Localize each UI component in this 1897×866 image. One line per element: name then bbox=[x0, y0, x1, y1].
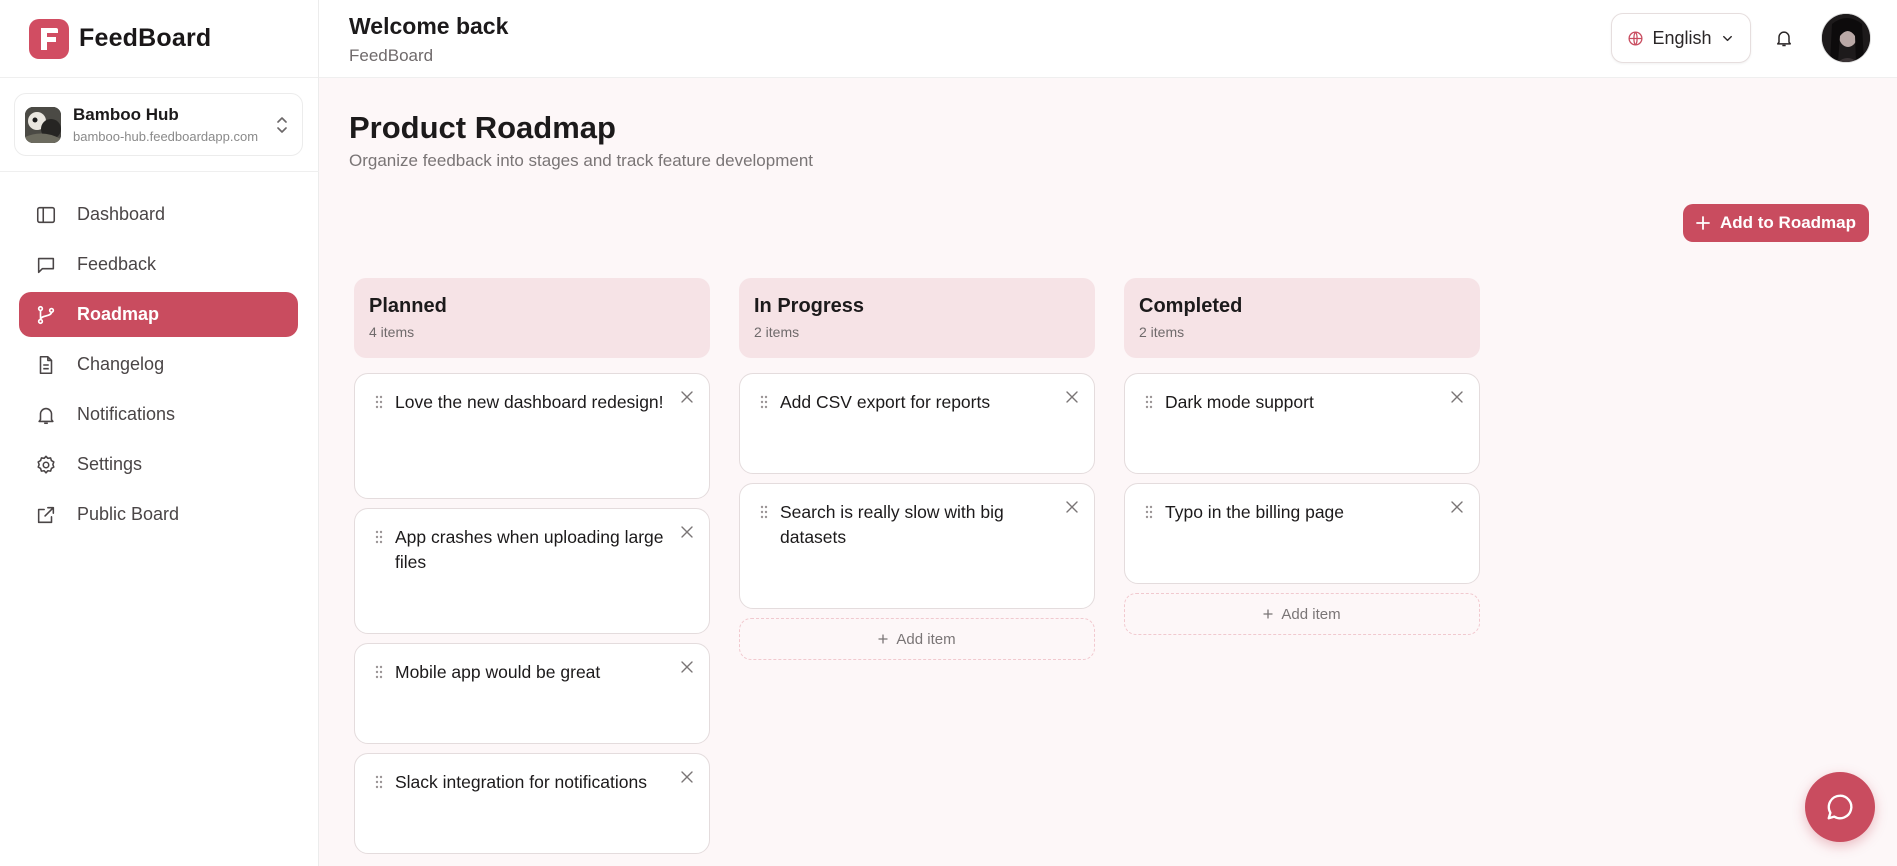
user-avatar[interactable] bbox=[1821, 13, 1871, 63]
card-title: Slack integration for notifications bbox=[395, 772, 647, 792]
card-title: Typo in the billing page bbox=[1165, 502, 1345, 522]
column-title: Planned bbox=[369, 295, 447, 317]
sidebar-item-public-board[interactable]: Public Board bbox=[19, 492, 298, 537]
sidebar-item-settings[interactable]: Settings bbox=[19, 442, 298, 487]
workspace-name: Bamboo Hub bbox=[73, 105, 179, 124]
close-icon[interactable] bbox=[1066, 391, 1078, 403]
card-title: Mobile app would be great bbox=[395, 662, 601, 682]
drag-handle-icon[interactable] bbox=[375, 530, 383, 544]
roadmap-card[interactable]: Mobile app would be great bbox=[354, 643, 710, 744]
card-title: Add CSV export for reports bbox=[780, 392, 991, 412]
column-planned: Planned 4 items Love the new dashboard r… bbox=[354, 278, 710, 854]
language-value: English bbox=[1652, 27, 1712, 48]
sidebar-divider bbox=[0, 171, 319, 172]
plus-icon bbox=[878, 634, 889, 644]
card-title: App crashes when uploading large files bbox=[395, 527, 664, 572]
file-text-icon bbox=[39, 355, 53, 374]
brand[interactable]: FeedBoard bbox=[0, 0, 318, 78]
plus-icon bbox=[1696, 216, 1710, 230]
sidebar: FeedBoard Bamboo Hub bamboo-hub.feedboar… bbox=[0, 0, 319, 866]
drag-handle-icon[interactable] bbox=[760, 395, 768, 409]
plus-icon bbox=[1263, 609, 1274, 619]
workspace-switcher[interactable]: Bamboo Hub bamboo-hub.feedboardapp.com bbox=[14, 93, 303, 156]
roadmap-card[interactable]: Love the new dashboard redesign! bbox=[354, 373, 710, 499]
column-completed: Completed 2 items Dark mode support Typo… bbox=[1124, 278, 1480, 635]
close-icon[interactable] bbox=[681, 661, 693, 673]
sidebar-item-label: Changelog bbox=[77, 354, 165, 374]
chevron-down-icon bbox=[1722, 35, 1732, 41]
column-header: In Progress 2 items bbox=[739, 278, 1095, 358]
drag-handle-icon[interactable] bbox=[375, 395, 383, 409]
bell-icon bbox=[38, 407, 54, 424]
notifications-bell-icon[interactable] bbox=[1774, 28, 1794, 48]
drag-handle-icon[interactable] bbox=[375, 775, 383, 789]
column-count: 2 items bbox=[1139, 324, 1185, 340]
drag-handle-icon[interactable] bbox=[375, 665, 383, 679]
workspace-url: bamboo-hub.feedboardapp.com bbox=[73, 129, 259, 144]
add-to-roadmap-label: Add to Roadmap bbox=[1720, 213, 1856, 232]
sidebar-item-label: Dashboard bbox=[77, 204, 166, 224]
column-count: 4 items bbox=[369, 324, 415, 340]
sidebar-item-label: Notifications bbox=[77, 404, 176, 424]
sidebar-item-notifications[interactable]: Notifications bbox=[19, 392, 298, 437]
column-count: 2 items bbox=[754, 324, 800, 340]
roadmap-card[interactable]: Slack integration for notifications bbox=[354, 753, 710, 854]
column-title: In Progress bbox=[754, 295, 865, 317]
sidebar-nav: Dashboard Feedback Roadmap Changelog Not… bbox=[19, 192, 298, 542]
roadmap-card[interactable]: Dark mode support bbox=[1124, 373, 1480, 474]
roadmap-card[interactable]: App crashes when uploading large files bbox=[354, 508, 710, 634]
close-icon[interactable] bbox=[681, 526, 693, 538]
close-icon[interactable] bbox=[681, 391, 693, 403]
roadmap-card[interactable]: Search is really slow with big datasets bbox=[739, 483, 1095, 609]
language-select[interactable]: English bbox=[1611, 13, 1751, 63]
panel-icon bbox=[36, 206, 56, 223]
column-header: Completed 2 items bbox=[1124, 278, 1480, 358]
card-title: Love the new dashboard redesign! bbox=[395, 392, 664, 412]
gear-icon bbox=[37, 455, 55, 474]
chat-button[interactable] bbox=[1805, 772, 1875, 842]
message-square-icon bbox=[37, 257, 55, 273]
welcome-title: Welcome back bbox=[349, 13, 509, 39]
add-item-button[interactable]: Add item bbox=[1124, 593, 1480, 635]
brand-name: FeedBoard bbox=[79, 24, 212, 52]
workspace-avatar bbox=[25, 106, 61, 143]
external-link-icon bbox=[37, 506, 55, 523]
sidebar-item-label: Feedback bbox=[77, 254, 157, 274]
add-item-label: Add item bbox=[1281, 605, 1341, 623]
sidebar-item-label: Settings bbox=[77, 454, 143, 474]
sidebar-item-roadmap[interactable]: Roadmap bbox=[19, 292, 298, 337]
add-item-button[interactable]: Add item bbox=[739, 618, 1095, 660]
page-subtitle: Organize feedback into stages and track … bbox=[349, 151, 814, 170]
add-to-roadmap-button[interactable]: Add to Roadmap bbox=[1683, 204, 1869, 242]
sidebar-item-label: Public Board bbox=[77, 504, 180, 524]
globe-icon bbox=[1628, 30, 1643, 46]
roadmap-card[interactable]: Add CSV export for reports bbox=[739, 373, 1095, 474]
column-in-progress: In Progress 2 items Add CSV export for r… bbox=[739, 278, 1095, 660]
roadmap-card[interactable]: Typo in the billing page bbox=[1124, 483, 1480, 584]
card-title: Dark mode support bbox=[1165, 392, 1314, 412]
column-title: Completed bbox=[1139, 295, 1243, 317]
topbar: Welcome back FeedBoard English bbox=[319, 0, 1897, 78]
sidebar-item-dashboard[interactable]: Dashboard bbox=[19, 192, 298, 237]
sidebar-item-feedback[interactable]: Feedback bbox=[19, 242, 298, 287]
drag-handle-icon[interactable] bbox=[1145, 505, 1153, 519]
feedboard-logo-icon bbox=[29, 18, 69, 59]
drag-handle-icon[interactable] bbox=[1145, 395, 1153, 409]
sidebar-item-changelog[interactable]: Changelog bbox=[19, 342, 298, 387]
chevrons-up-down-icon bbox=[277, 117, 287, 133]
add-item-label: Add item bbox=[896, 630, 956, 648]
card-title: Search is really slow with big datasets bbox=[780, 502, 1004, 547]
chat-bubble-icon bbox=[1827, 794, 1853, 820]
close-icon[interactable] bbox=[1451, 391, 1463, 403]
page-title: Product Roadmap bbox=[349, 110, 616, 145]
column-header: Planned 4 items bbox=[354, 278, 710, 358]
sidebar-item-label: Roadmap bbox=[77, 304, 160, 324]
drag-handle-icon[interactable] bbox=[760, 505, 768, 519]
git-branch-icon bbox=[37, 305, 55, 324]
close-icon[interactable] bbox=[1066, 501, 1078, 513]
close-icon[interactable] bbox=[1451, 501, 1463, 513]
welcome-subtitle: FeedBoard bbox=[349, 46, 434, 65]
close-icon[interactable] bbox=[681, 771, 693, 783]
